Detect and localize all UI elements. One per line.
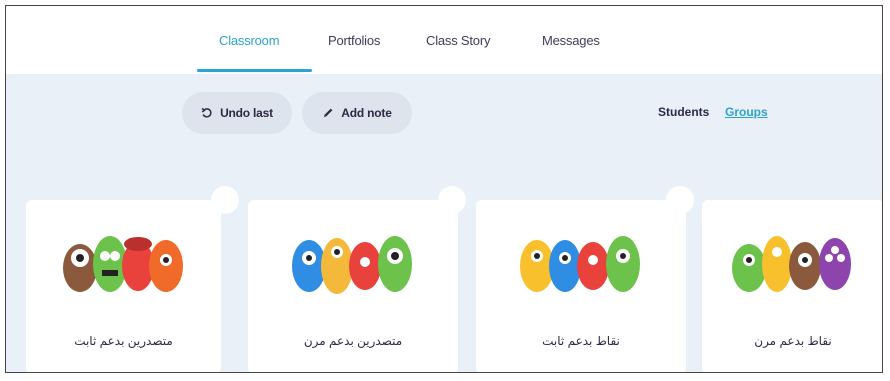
group-monsters-image bbox=[62, 236, 183, 292]
add-note-label: Add note bbox=[341, 106, 392, 120]
tab-class-story[interactable]: Class Story bbox=[426, 33, 490, 48]
group-name: نقاط بدعم مرن bbox=[754, 334, 832, 348]
active-tab-indicator bbox=[197, 69, 312, 72]
undo-icon bbox=[201, 107, 212, 118]
group-card[interactable]: متصدرين بدعم ثابت bbox=[26, 200, 221, 372]
top-navigation: Classroom Portfolios Class Story Message… bbox=[6, 6, 882, 74]
undo-last-label: Undo last bbox=[220, 106, 273, 120]
tab-classroom[interactable]: Classroom bbox=[219, 33, 280, 48]
group-card[interactable]: نقاط بدعم مرن bbox=[702, 200, 882, 372]
group-name: نقاط بدعم ثابت bbox=[542, 334, 620, 348]
tab-messages[interactable]: Messages bbox=[542, 33, 600, 48]
add-note-button[interactable]: Add note bbox=[302, 92, 412, 134]
group-name: متصدرين بدعم ثابت bbox=[74, 334, 173, 348]
classroom-content: Undo last Add note Students Groups متصدر… bbox=[6, 74, 882, 372]
group-monsters-image bbox=[520, 236, 640, 292]
group-name: متصدرين بدعم مرن bbox=[303, 334, 403, 348]
students-toggle[interactable]: Students bbox=[658, 105, 709, 119]
group-monsters-image bbox=[732, 236, 851, 292]
tab-portfolios[interactable]: Portfolios bbox=[328, 33, 380, 48]
pencil-icon bbox=[324, 108, 333, 117]
group-monsters-image bbox=[292, 236, 412, 294]
group-card[interactable]: نقاط بدعم ثابت bbox=[476, 200, 686, 372]
group-card[interactable]: متصدرين بدعم مرن bbox=[248, 200, 458, 372]
undo-last-button[interactable]: Undo last bbox=[182, 92, 292, 134]
app-window: Classroom Portfolios Class Story Message… bbox=[5, 5, 883, 373]
groups-toggle[interactable]: Groups bbox=[725, 105, 768, 119]
